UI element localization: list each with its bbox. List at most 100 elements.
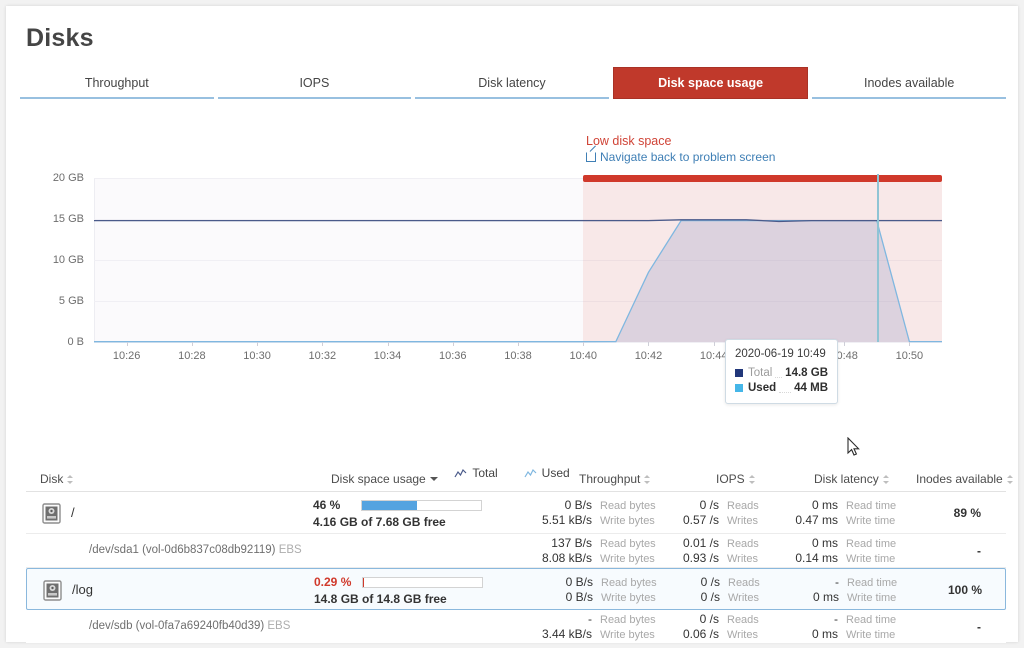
x-axis-tick xyxy=(192,342,193,346)
navigate-back-label: Navigate back to problem screen xyxy=(600,150,775,164)
iops-cell: 0.01 /sReads0.93 /sWrites xyxy=(671,536,759,566)
x-axis-label: 10:34 xyxy=(374,350,402,362)
inodes-available-value: - xyxy=(911,544,981,558)
x-axis-tick xyxy=(909,342,910,346)
tooltip-series-name: Used xyxy=(748,382,776,394)
x-axis-label: 10:42 xyxy=(635,350,663,362)
disk-latency-cell: -Read time0 msWrite time xyxy=(786,612,896,642)
throughput-cell: 0 B/s Read bytes5.51 kB/sWrite bytes xyxy=(526,498,656,528)
column-header-throughput[interactable]: Throughput xyxy=(579,472,651,486)
usage-progress-fill xyxy=(363,578,364,587)
x-axis-tick xyxy=(322,342,323,346)
column-header-disk[interactable]: Disk xyxy=(40,472,74,486)
metric-value: 0 ms xyxy=(787,590,839,604)
tab-iops[interactable]: IOPS xyxy=(218,67,412,99)
x-axis-label: 10:50 xyxy=(896,350,924,362)
y-axis-label: 0 B xyxy=(24,336,84,348)
metric-label: Writes xyxy=(727,553,758,565)
page-title: Disks xyxy=(26,24,94,53)
inodes-available-value: - xyxy=(911,620,981,634)
sort-icon xyxy=(644,474,651,485)
usage-free-text: 14.8 GB of 14.8 GB free xyxy=(314,592,494,606)
sort-icon xyxy=(749,474,756,485)
metric-value: 0 B/s xyxy=(527,590,593,604)
metric-value: 0.93 /s xyxy=(671,551,719,565)
metric-label: Reads xyxy=(727,614,759,626)
metric-label: Read time xyxy=(846,538,896,550)
tooltip-row: Total14.8 GB xyxy=(735,367,828,379)
metric-value: 0.14 ms xyxy=(786,551,838,565)
metric-value: 0 /s xyxy=(672,590,720,604)
tab-label: IOPS xyxy=(299,76,329,90)
y-axis-label: 15 GB xyxy=(24,213,84,225)
metric-label: Write time xyxy=(846,553,895,565)
metric-line: 0 B/s Read bytes xyxy=(526,498,656,513)
tab-disk-space-usage[interactable]: Disk space usage xyxy=(613,67,809,99)
metric-line: 0 /sReads xyxy=(672,575,760,590)
metric-line: 0 B/sRead bytes xyxy=(527,575,657,590)
metric-label: Read time xyxy=(847,577,897,589)
metric-label: Write time xyxy=(847,592,896,604)
disk-mount-name: / xyxy=(71,505,75,520)
metric-value: 0 /s xyxy=(671,612,719,626)
column-header-label: Disk latency xyxy=(814,472,879,486)
tab-label: Inodes available xyxy=(864,76,954,90)
chart-cursor-line xyxy=(877,174,879,342)
metric-label: Read bytes xyxy=(600,500,656,512)
series-area-used xyxy=(94,221,942,342)
series-line-total xyxy=(94,220,942,222)
disk-space-usage-cell: 46 %4.16 GB of 7.68 GB free xyxy=(313,498,493,529)
table-row[interactable]: / 46 %4.16 GB of 7.68 GB free 0 B/s Read by… xyxy=(26,492,1006,534)
x-axis-tick xyxy=(648,342,649,346)
column-header-disk-latency[interactable]: Disk latency xyxy=(814,472,890,486)
inodes-available-value: 100 % xyxy=(912,583,982,597)
metric-line: 8.08 kB/sWrite bytes xyxy=(526,551,656,566)
y-axis-label: 5 GB xyxy=(24,295,84,307)
metric-line: 0 /s Reads xyxy=(671,612,759,627)
usage-progress-fill xyxy=(362,501,417,510)
y-axis-label: 10 GB xyxy=(24,254,84,266)
table-row[interactable]: /log0.29 %14.8 GB of 14.8 GB free0 B/sRe… xyxy=(26,568,1006,610)
tab-throughput[interactable]: Throughput xyxy=(20,67,214,99)
x-axis-label: 10:36 xyxy=(439,350,467,362)
column-header-inodes-available[interactable]: Inodes available xyxy=(916,472,1014,486)
metric-line: 0.06 /sWrites xyxy=(671,627,759,642)
sort-icon xyxy=(883,474,890,485)
external-link-icon xyxy=(586,152,596,162)
metric-value: 0 B/s xyxy=(526,498,592,512)
tooltip-series-value: 44 MB xyxy=(794,382,828,394)
table-subrow[interactable]: /dev/sdb (vol-0fa7a69240fb40d39) EBS-Rea… xyxy=(26,610,1006,644)
device-path: /dev/sdb (vol-0fa7a69240fb40d39) EBS xyxy=(89,620,290,632)
column-header-label: Throughput xyxy=(579,472,640,486)
metric-line: 0 B/sWrite bytes xyxy=(527,590,657,605)
disk-mount-name: /log xyxy=(72,582,93,597)
device-type-tag: EBS xyxy=(279,544,302,556)
metric-label: Read bytes xyxy=(601,577,657,589)
tab-disk-latency[interactable]: Disk latency xyxy=(415,67,609,99)
navigate-back-link[interactable]: Navigate back to problem screen xyxy=(586,150,775,164)
metric-line: -Read time xyxy=(787,575,897,590)
iops-cell: 0 /s Reads0.06 /sWrites xyxy=(671,612,759,642)
tooltip-rows: Total14.8 GB Used 44 MB xyxy=(735,367,828,394)
column-header-disk-space-usage[interactable]: Disk space usage xyxy=(331,472,438,486)
x-axis-tick xyxy=(127,342,128,346)
column-header-iops[interactable]: IOPS xyxy=(716,472,756,486)
table-subrow[interactable]: /dev/sda1 (vol-0d6b837c08db92119) EBS137… xyxy=(26,534,1006,568)
metric-line: 5.51 kB/sWrite bytes xyxy=(526,513,656,528)
device-type-tag: EBS xyxy=(267,620,290,632)
tab-inodes-available[interactable]: Inodes available xyxy=(812,67,1006,99)
chart-tooltip: 2020-06-19 10:49 Total14.8 GB Used 44 MB xyxy=(725,339,838,404)
disk-icon xyxy=(43,580,62,601)
tooltip-dot-leader xyxy=(775,369,782,378)
x-axis-label: 10:26 xyxy=(113,350,141,362)
tooltip-timestamp: 2020-06-19 10:49 xyxy=(735,348,828,360)
tab-label: Disk latency xyxy=(478,76,545,90)
usage-free-text: 4.16 GB of 7.68 GB free xyxy=(313,515,493,529)
metric-label: Reads xyxy=(727,500,759,512)
tooltip-dot-leader xyxy=(779,384,791,393)
metric-label: Write bytes xyxy=(600,515,655,527)
tooltip-series-name: Total xyxy=(748,367,772,379)
table-body: / 46 %4.16 GB of 7.68 GB free 0 B/s Read by… xyxy=(26,492,1006,644)
metric-label: Write bytes xyxy=(600,553,655,565)
metric-tabs: Throughput IOPS Disk latency Disk space usa… xyxy=(20,67,1006,99)
